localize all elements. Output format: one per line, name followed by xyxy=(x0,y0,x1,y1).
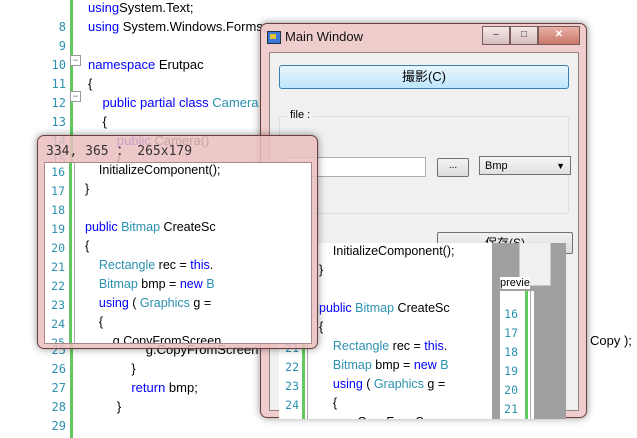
line-number: 8 xyxy=(58,20,66,34)
line-number: 17 xyxy=(51,184,65,198)
title-bar-buttons: – □ ✕ xyxy=(482,26,580,45)
line-number: 21 xyxy=(51,260,65,274)
browse-button[interactable]: ... xyxy=(437,158,469,177)
code-line: Rectangle rec = this. xyxy=(85,258,214,272)
line-number: 18 xyxy=(504,345,518,359)
collapse-icon[interactable]: − xyxy=(70,55,81,66)
editor-trailing-text: Copy ); xyxy=(590,333,632,348)
code-line: InitializeComponent(); xyxy=(85,163,221,177)
line-number: 27 xyxy=(51,381,66,395)
code-line: { xyxy=(88,114,107,129)
line-number: 11 xyxy=(51,77,66,91)
maximize-button[interactable]: □ xyxy=(510,26,538,45)
code-line: namespace Erutpac xyxy=(88,57,204,72)
code-line: { xyxy=(319,396,338,410)
nested-preview-image: 16 InitializeComponent();17}1819public B… xyxy=(500,291,534,419)
region-preview: 16 InitializeComponent(); 17} 18 19 public B… xyxy=(44,162,312,344)
line-number: 25 xyxy=(281,417,299,419)
line-number: 21 xyxy=(504,402,518,416)
code-line: public partial class Camera xyxy=(88,95,259,110)
line-number: 26 xyxy=(51,362,66,376)
capture-button[interactable]: 撮影(C) xyxy=(279,65,569,89)
code-line: Bitmap bmp = new B xyxy=(319,358,449,372)
file-label: file : xyxy=(287,109,314,121)
line-number: 19 xyxy=(504,364,518,378)
code-line: Rectangle rec = this. xyxy=(319,339,448,353)
line-number: 23 xyxy=(285,379,299,393)
code-line: g.CopyFromScreen xyxy=(85,334,222,344)
line-number: 24 xyxy=(285,398,299,412)
line-number: 29 xyxy=(51,419,66,433)
code-line: InitializeComponent(); xyxy=(319,244,455,258)
line-number: 25 xyxy=(51,336,65,344)
code-line: } xyxy=(88,361,136,376)
line-number: 22 xyxy=(51,279,65,293)
code-line: using ( Graphics g = xyxy=(319,377,449,391)
line-number: 16 xyxy=(51,165,65,179)
line-number: 18 xyxy=(51,203,65,217)
code-line: public Bitmap CreateSc xyxy=(319,301,450,315)
format-select[interactable]: Bmp ▼ xyxy=(479,156,571,175)
chevron-down-icon: ▼ xyxy=(556,161,565,171)
line-number: 20 xyxy=(504,383,518,397)
file-group: ... Bmp ▼ 保存(S) xyxy=(279,116,573,254)
code-line: usingSystem.Text; xyxy=(88,0,194,15)
code-line: Bitmap bmp = new B xyxy=(85,277,215,291)
line-number: 23 xyxy=(51,298,65,312)
nested-preview-label: previe xyxy=(500,277,530,289)
line-number: 20 xyxy=(51,241,65,255)
code-line: return bmp; xyxy=(88,380,198,395)
window-title: Main Window xyxy=(285,29,364,44)
code-line: { xyxy=(85,239,90,253)
fold-guide xyxy=(74,163,75,343)
line-number: 10 xyxy=(51,58,66,72)
format-select-value: Bmp xyxy=(485,160,508,172)
close-button[interactable]: ✕ xyxy=(538,26,580,45)
preview-panel: 16 InitializeComponent(); 17} 18 19 public B… xyxy=(279,243,566,419)
minimize-button[interactable]: – xyxy=(482,26,510,45)
app-icon xyxy=(267,31,281,44)
line-number: 13 xyxy=(51,115,66,129)
line-number: 17 xyxy=(504,326,518,340)
code-line: using ( Graphics g = xyxy=(85,296,215,310)
code-line: g.CopyFromScreen xyxy=(319,415,455,419)
fold-guide xyxy=(530,291,531,419)
code-line: { xyxy=(319,320,324,334)
change-indicator-bar xyxy=(69,163,72,343)
code-line: } xyxy=(88,399,122,414)
line-number: 24 xyxy=(51,317,65,331)
code-line: { xyxy=(88,76,93,91)
region-readout: 334, 365 ： 265x179 xyxy=(46,144,193,159)
line-number: 16 xyxy=(504,307,518,321)
line-number: 22 xyxy=(285,360,299,374)
code-line: public Bitmap CreateSc xyxy=(85,220,216,234)
code-line: } xyxy=(319,263,324,277)
collapse-icon[interactable]: − xyxy=(70,91,81,102)
line-number: 9 xyxy=(58,39,66,53)
code-line: } xyxy=(85,182,90,196)
code-line: using System.Windows.Forms; xyxy=(88,19,267,34)
line-number: 28 xyxy=(51,400,66,414)
line-number: 12 xyxy=(51,96,66,110)
code-line: { xyxy=(85,315,104,329)
line-number: 19 xyxy=(51,222,65,236)
change-indicator-bar xyxy=(525,291,528,419)
capture-region-window[interactable]: 334, 365 ： 265x179 16 InitializeComponen… xyxy=(37,135,318,349)
